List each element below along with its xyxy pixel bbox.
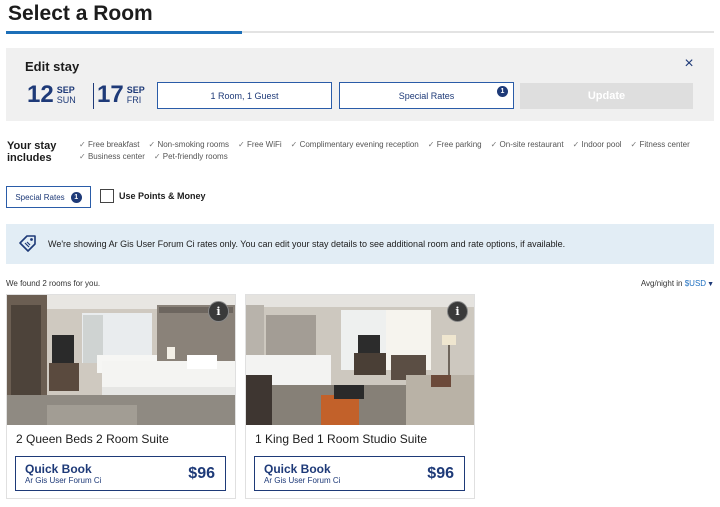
close-icon[interactable]: × (681, 56, 697, 72)
quick-book-button[interactable]: Quick Book Ar Gis User Forum Ci $96 (15, 456, 226, 491)
amenity-item: Business center (79, 152, 145, 162)
special-rates-filter-label: Special Rates (15, 192, 65, 202)
amenity-item: On-site restaurant (491, 140, 564, 150)
chevron-down-icon: ▼ (707, 281, 714, 288)
room-info-icon[interactable]: i (208, 301, 229, 322)
special-rates-filter-badge: 1 (70, 191, 82, 203)
points-money-checkbox[interactable] (100, 189, 114, 203)
amenity-item: Complimentary evening reception (291, 140, 419, 150)
check-out-weekday: FRI (126, 95, 142, 105)
date-divider (93, 83, 94, 109)
quick-book-button[interactable]: Quick Book Ar Gis User Forum Ci $96 (254, 456, 465, 491)
check-in-day: 12 (27, 81, 54, 108)
room-price: $96 (188, 464, 215, 482)
room-name[interactable]: 1 King Bed 1 Room Studio Suite (255, 432, 427, 446)
quick-book-rate: Ar Gis User Forum Ci (25, 475, 102, 485)
check-in-weekday: SUN (56, 95, 76, 105)
check-out-month: SEP (126, 85, 145, 95)
edit-stay-panel: Edit stay × 12 SEP SUN 17 SEP FRI 1 Room… (6, 48, 714, 121)
room-info-icon[interactable]: i (447, 301, 468, 322)
rooms-guests-button[interactable]: 1 Room, 1 Guest (157, 82, 332, 109)
check-out-day: 17 (97, 81, 124, 108)
title-accent-bar (6, 31, 242, 34)
special-rates-count-badge: 1 (497, 86, 508, 97)
room-photo[interactable]: i (246, 295, 474, 425)
amenity-item: Indoor pool (573, 140, 622, 150)
room-photo[interactable]: i (7, 295, 235, 425)
quick-book-rate: Ar Gis User Forum Ci (264, 475, 341, 485)
room-price: $96 (427, 464, 454, 482)
amenity-item: Free breakfast (79, 140, 140, 150)
check-out-date[interactable]: 17 SEP FRI (97, 83, 145, 107)
edit-stay-title: Edit stay (25, 59, 80, 74)
amenity-item: Fitness center (631, 140, 689, 150)
rates-info-text: We're showing Ar Gis User Forum Ci rates… (48, 239, 566, 249)
amenities-list: Free breakfast Non-smoking rooms Free Wi… (79, 140, 709, 162)
quick-book-title: Quick Book (264, 461, 331, 476)
currency-selector[interactable]: Avg/night in $USD▼ (641, 279, 714, 288)
tag-icon (19, 235, 36, 252)
amenity-item: Non-smoking rooms (149, 140, 229, 150)
check-in-month: SEP (56, 85, 75, 95)
avg-night-label: Avg/night in (640, 279, 685, 288)
special-rates-filter-button[interactable]: Special Rates 1 (6, 186, 91, 208)
check-in-date[interactable]: 12 SEP SUN (27, 83, 76, 107)
special-rates-button[interactable]: Special Rates 1 (339, 82, 514, 109)
rooms-guests-label: 1 Room, 1 Guest (210, 90, 279, 101)
update-button[interactable]: Update (520, 83, 693, 109)
room-card[interactable]: i 2 Queen Beds 2 Room Suite Quick Book A… (6, 294, 236, 499)
stay-includes-label: Your stay includes (7, 140, 57, 164)
rates-info-banner: We're showing Ar Gis User Forum Ci rates… (6, 224, 714, 264)
room-name[interactable]: 2 Queen Beds 2 Room Suite (16, 432, 169, 446)
amenity-item: Free WiFi (238, 140, 282, 150)
amenity-item: Pet-friendly rooms (154, 152, 228, 162)
page-title: Select a Room (8, 2, 153, 25)
special-rates-label: Special Rates (398, 90, 455, 101)
amenity-item: Free parking (428, 140, 482, 150)
room-card[interactable]: i 1 King Bed 1 Room Studio Suite Quick B… (245, 294, 475, 499)
currency-label: $USD (684, 279, 707, 288)
quick-book-title: Quick Book (25, 461, 92, 476)
rooms-found-text: We found 2 rooms for you. (6, 279, 101, 288)
points-money-label[interactable]: Use Points & Money (119, 191, 206, 201)
